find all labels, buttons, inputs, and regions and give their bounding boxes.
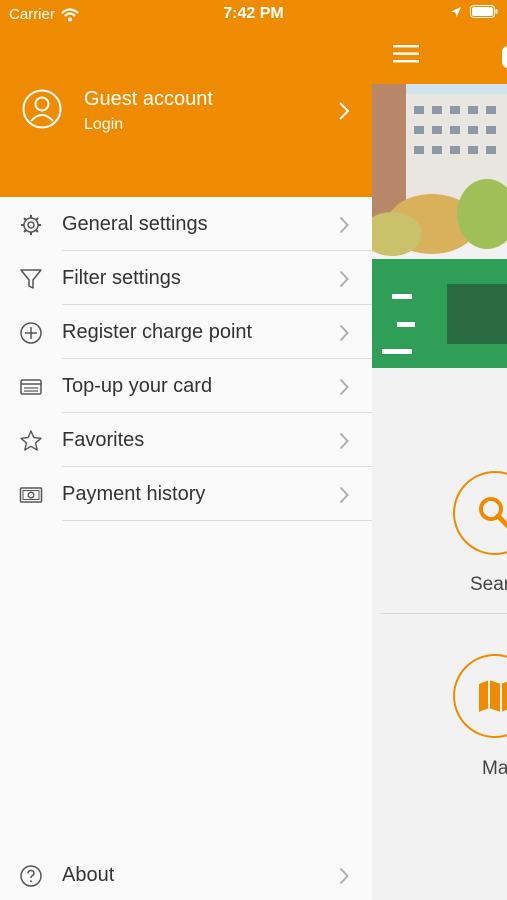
main-divider [380,613,507,614]
filter-icon [20,269,42,289]
menu-item-label: About [62,864,115,886]
plus-circle-icon [20,322,42,344]
map-circle-button[interactable] [453,654,507,738]
account-name: Guest account [84,88,213,110]
clock: 7:42 PM [223,5,284,22]
separator [62,520,372,521]
chevron-right-icon [339,324,349,342]
menu-item-favorites[interactable]: Favorites [0,413,372,467]
menu-item-about[interactable]: About [0,848,372,900]
location-arrow-icon [451,6,461,17]
status-icons [450,5,498,18]
menu-item-label: Favorites [62,429,145,451]
star-icon [20,430,42,451]
main-screen: Sear Ma [372,0,507,900]
search-icon [479,497,507,529]
chevron-right-icon [339,102,350,120]
drawer-menu: General settings Filter settings Registe… [0,197,372,521]
gear-icon [21,215,41,235]
menu-item-filter-settings[interactable]: Filter settings [0,251,372,305]
nav-logo-edge [502,46,507,68]
map-icon [479,680,507,712]
status-bar: Carrier 7:42 PM [0,0,507,28]
menu-item-payment-history[interactable]: Payment history [0,467,372,521]
menu-item-label: Register charge point [62,321,253,343]
menu-item-top-up-card[interactable]: Top-up your card [0,359,372,413]
chevron-right-icon [339,867,349,885]
chevron-right-icon [339,432,349,450]
search-label[interactable]: Sear [470,574,507,596]
menu-item-general-settings[interactable]: General settings [0,197,372,251]
menu-item-label: Filter settings [62,267,181,289]
menu-item-label: General settings [62,213,208,235]
hero-image [372,84,507,368]
user-avatar-icon [22,89,62,129]
chevron-right-icon [339,378,349,396]
menu-item-label: Top-up your card [62,375,213,397]
chevron-right-icon [339,216,349,234]
question-icon [20,865,42,887]
account-header[interactable]: Guest account Login [0,0,372,197]
battery-icon [470,5,498,18]
map-label[interactable]: Ma [482,758,507,780]
card-icon [20,379,42,395]
chevron-right-icon [339,486,349,504]
menu-item-register-charge-point[interactable]: Register charge point [0,305,372,359]
cash-icon [19,487,43,503]
nav-bar [372,28,507,84]
search-circle-button[interactable] [453,471,507,555]
menu-item-label: Payment history [62,483,206,505]
chevron-right-icon [339,270,349,288]
hamburger-menu-icon[interactable] [393,44,421,64]
login-link[interactable]: Login [84,116,123,134]
side-drawer: Guest account Login General settings Fil… [0,0,372,900]
